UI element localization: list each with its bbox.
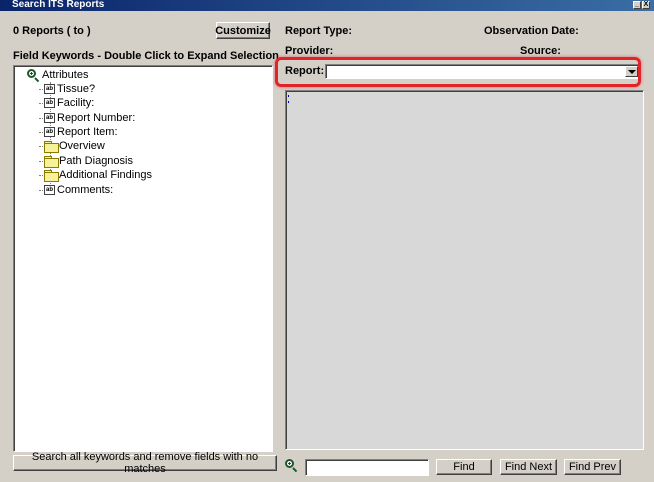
tree-folder-overview[interactable]: Overview — [39, 139, 105, 153]
tree-item-comments[interactable]: ab Comments: — [39, 183, 113, 197]
report-text-viewer[interactable] — [287, 92, 643, 449]
observation-date-label: Observation Date: — [484, 25, 579, 37]
text-cursor — [288, 101, 289, 103]
find-next-button[interactable]: Find Next — [500, 459, 557, 475]
report-content-area[interactable] — [285, 90, 644, 450]
customize-button[interactable]: Customize — [215, 22, 271, 39]
folder-icon — [44, 170, 59, 182]
tree-root-label: Attributes — [42, 69, 89, 81]
tree-item-report-number[interactable]: ab Report Number: — [39, 111, 135, 125]
tree-item-label: Tissue? — [57, 83, 96, 95]
text-cursor — [288, 95, 289, 97]
magnifier-plus-icon — [285, 459, 298, 473]
folder-icon — [44, 141, 59, 153]
report-count: 0 Reports ( to ) — [13, 25, 91, 37]
field-ab-icon: ab — [44, 84, 55, 94]
tree-item-label: Overview — [59, 140, 105, 152]
find-button[interactable]: Find — [436, 459, 492, 475]
tree-item-report-item[interactable]: ab Report Item: — [39, 125, 118, 139]
tree-item-tissue[interactable]: ab Tissue? — [39, 82, 95, 96]
field-keywords-tree[interactable]: Attributes ab Tissue? ab Facility: ab Re… — [13, 65, 273, 452]
field-ab-icon: ab — [44, 98, 55, 108]
close-button[interactable]: X — [642, 1, 650, 9]
tree-folder-additional-findings[interactable]: Additional Findings — [39, 168, 152, 182]
field-ab-icon: ab — [44, 127, 55, 137]
tree-root-attributes[interactable]: Attributes — [27, 68, 88, 82]
folder-icon — [44, 156, 59, 168]
tree-item-label: Report Item: — [57, 126, 118, 138]
provider-label: Provider: — [285, 45, 334, 57]
field-ab-icon: ab — [44, 185, 55, 195]
report-type-label: Report Type: — [285, 25, 353, 37]
field-keywords-heading: Field Keywords - Double Click to Expand … — [13, 50, 279, 62]
tree-item-label: Path Diagnosis — [59, 155, 133, 167]
search-all-keywords-button[interactable]: Search all keywords and remove fields wi… — [13, 451, 277, 475]
source-label: Source: — [520, 45, 561, 57]
tree-item-label: Comments: — [57, 184, 114, 196]
report-highlight-annotation — [275, 57, 641, 87]
window-titlebar: Search ITS Reports _ X — [0, 0, 654, 11]
tree-item-label: Facility: — [57, 97, 95, 109]
window-title: Search ITS Reports — [12, 0, 105, 10]
tree-item-label: Additional Findings — [59, 169, 152, 181]
tree-item-facility[interactable]: ab Facility: — [39, 96, 94, 110]
tree-item-label: Report Number: — [57, 112, 136, 124]
window-controls: _ X — [633, 1, 650, 9]
find-zoom-button[interactable] — [285, 459, 298, 473]
tree-folder-path-diagnosis[interactable]: Path Diagnosis — [39, 154, 133, 168]
minimize-button[interactable]: _ — [633, 1, 641, 9]
magnifier-plus-icon — [27, 68, 40, 82]
find-prev-button[interactable]: Find Prev — [564, 459, 621, 475]
field-ab-icon: ab — [44, 113, 55, 123]
find-input[interactable] — [305, 459, 429, 476]
